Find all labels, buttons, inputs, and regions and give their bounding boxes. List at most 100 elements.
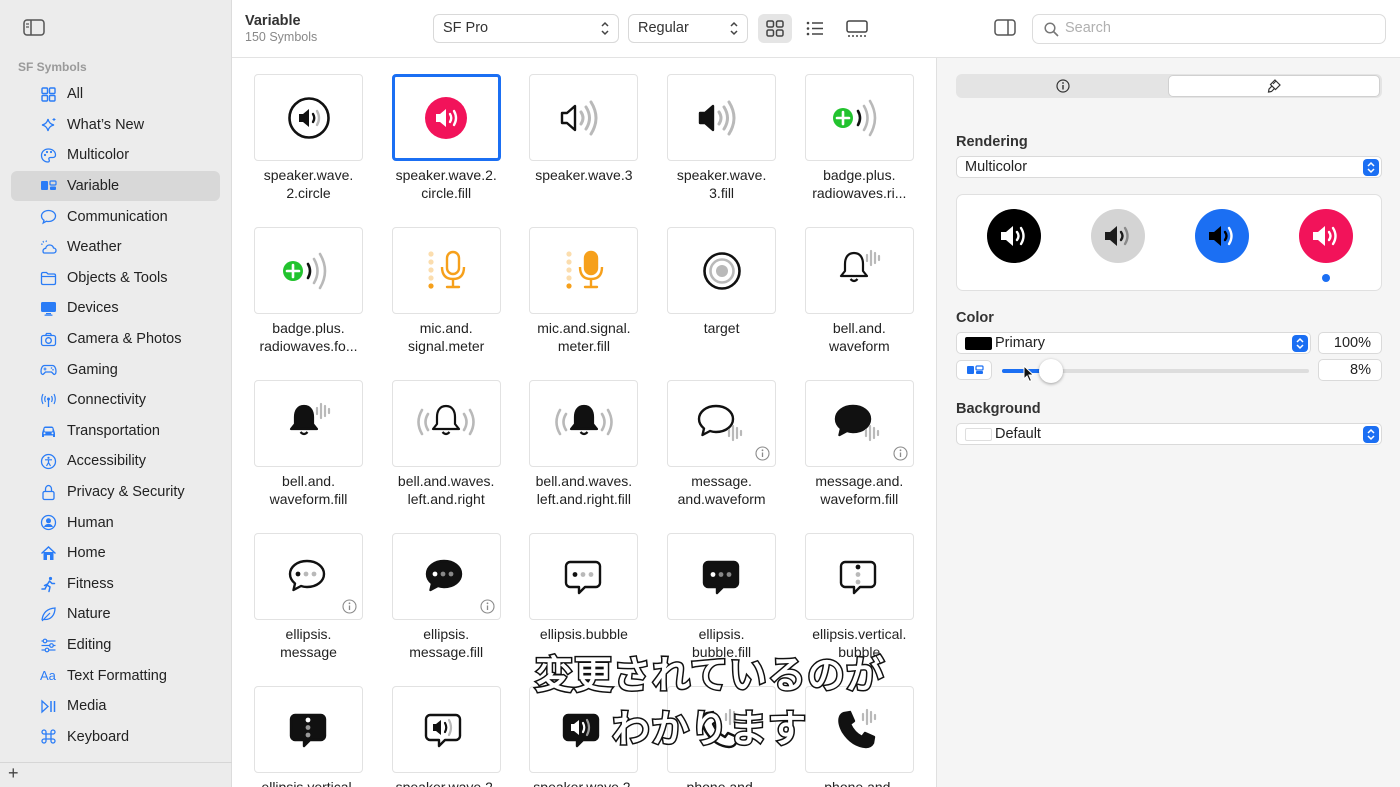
symbol-tile[interactable] — [391, 533, 501, 620]
symbol-cell[interactable]: speaker.wave. 3.fill — [645, 58, 783, 211]
sidebar-item-text-formatting[interactable]: Aa Text Formatting — [11, 660, 220, 691]
tab-info[interactable] — [957, 75, 1169, 97]
symbol-tile[interactable] — [804, 686, 914, 773]
symbol-tile[interactable] — [667, 74, 777, 161]
symbol-tile[interactable] — [529, 533, 639, 620]
background-value: Default — [995, 426, 1041, 442]
symbol-cell[interactable]: badge.plus. radiowaves.ri... — [783, 58, 921, 211]
speaker-wave-3-fill-icon — [698, 100, 736, 135]
symbol-tile[interactable] — [804, 533, 914, 620]
sidebar-item-transportation[interactable]: Transportation — [11, 416, 220, 447]
symbol-cell[interactable]: mic.and. signal.meter — [370, 211, 508, 364]
symbol-cell[interactable]: ellipsis. message — [232, 517, 370, 670]
symbol-cell[interactable]: bell.and.waves. left.and.right.fill — [507, 364, 645, 517]
symbol-tile[interactable] — [804, 380, 914, 467]
symbol-cell[interactable]: speaker.wave.2. circle.fill — [370, 58, 508, 211]
gallery-icon — [846, 20, 868, 37]
slider-knob[interactable] — [1038, 359, 1063, 383]
color-opacity-field[interactable]: 100% — [1318, 332, 1382, 354]
grid-view-button[interactable] — [758, 14, 792, 43]
symbol-tile[interactable] — [529, 74, 639, 161]
symbol-cell[interactable]: ellipsis.vertical. — [232, 670, 370, 787]
add-collection-button[interactable]: + — [8, 763, 19, 784]
symbol-cell[interactable]: bell.and. waveform — [783, 211, 921, 364]
sidebar-item-camera-photos[interactable]: Camera & Photos — [11, 324, 220, 355]
sidebar-item-devices[interactable]: Devices — [11, 293, 220, 324]
variable-value-slider[interactable] — [1002, 359, 1309, 383]
info-icon[interactable] — [755, 446, 770, 461]
hierarchical-preview[interactable] — [1091, 209, 1145, 263]
symbol-tile[interactable] — [804, 74, 914, 161]
list-view-button[interactable] — [798, 14, 832, 43]
symbol-cell[interactable]: bell.and. waveform.fill — [232, 364, 370, 517]
symbol-cell[interactable]: ellipsis. message.fill — [370, 517, 508, 670]
sidebar-item-variable[interactable]: Variable — [11, 170, 220, 202]
symbol-cell[interactable]: mic.and.signal. meter.fill — [507, 211, 645, 364]
symbol-cell[interactable]: message.and. waveform.fill — [783, 364, 921, 517]
background-select[interactable]: Default — [956, 423, 1382, 445]
sidebar-item-weather[interactable]: Weather — [11, 232, 220, 263]
search-input[interactable] — [1065, 20, 1375, 36]
symbol-cell[interactable]: bell.and.waves. left.and.right — [370, 364, 508, 517]
sidebar-item-label: Multicolor — [67, 147, 130, 164]
symbol-tile[interactable] — [667, 227, 777, 314]
gallery-view-button[interactable] — [839, 14, 873, 43]
sidebar-item-label: Fitness — [67, 575, 114, 592]
info-icon[interactable] — [342, 599, 357, 614]
sidebar-item-communication[interactable]: Communication — [11, 201, 220, 232]
symbol-tile[interactable] — [254, 380, 363, 467]
symbol-cell[interactable]: target — [645, 211, 783, 364]
speaker-wave-3-icon — [560, 100, 598, 135]
font-select[interactable]: SF Pro — [433, 14, 619, 43]
sidebar-item-fitness[interactable]: Fitness — [11, 569, 220, 600]
inspector-toggle-icon[interactable] — [994, 19, 1016, 36]
rendering-select[interactable]: Multicolor — [956, 156, 1382, 178]
symbol-tile[interactable] — [254, 533, 363, 620]
sidebar-item-connectivity[interactable]: Connectivity — [11, 385, 220, 416]
symbol-tile[interactable] — [254, 74, 363, 161]
info-icon[interactable] — [893, 446, 908, 461]
sidebar-item-keyboard[interactable]: Keyboard — [11, 721, 220, 752]
symbol-tile[interactable] — [391, 227, 501, 314]
variable-value-field[interactable]: 8% — [1318, 359, 1382, 381]
weight-select[interactable]: Regular — [628, 14, 748, 43]
sidebar-item-all[interactable]: All — [11, 79, 220, 110]
symbol-cell[interactable]: badge.plus. radiowaves.fo... — [232, 211, 370, 364]
symbol-cell[interactable]: speaker.wave. 2.circle — [232, 58, 370, 211]
sidebar-item-nature[interactable]: Nature — [11, 599, 220, 630]
variable-toggle-button[interactable] — [956, 360, 992, 380]
sidebar-item-objects-tools[interactable]: Objects & Tools — [11, 263, 220, 294]
speaker-wave-icon — [1001, 226, 1025, 246]
symbol-tile[interactable] — [254, 227, 363, 314]
sidebar-item-accessibility[interactable]: Accessibility — [11, 446, 220, 477]
sidebar-item-editing[interactable]: Editing — [11, 630, 220, 661]
sidebar-toggle-icon[interactable] — [23, 19, 45, 36]
sidebar-item-what-s-new[interactable]: What’s New — [11, 110, 220, 141]
search-field[interactable] — [1032, 14, 1386, 44]
sidebar-item-media[interactable]: Media — [11, 691, 220, 722]
sidebar-item-home[interactable]: Home — [11, 538, 220, 569]
symbol-tile[interactable] — [667, 533, 777, 620]
symbol-cell[interactable]: speaker.wave.2. — [370, 670, 508, 787]
symbol-tile[interactable] — [667, 380, 777, 467]
monochrome-preview[interactable] — [987, 209, 1041, 263]
symbol-name: badge.plus. radiowaves.fo... — [259, 320, 358, 354]
symbol-tile[interactable] — [804, 227, 914, 314]
multicolor-preview[interactable] — [1299, 209, 1353, 263]
symbol-cell[interactable]: message. and.waveform — [645, 364, 783, 517]
sidebar-item-multicolor[interactable]: Multicolor — [11, 140, 220, 171]
symbol-tile[interactable] — [391, 380, 501, 467]
sidebar-item-gaming[interactable]: Gaming — [11, 354, 220, 385]
symbol-tile[interactable] — [391, 686, 501, 773]
info-icon[interactable] — [480, 599, 495, 614]
sidebar-item-privacy-security[interactable]: Privacy & Security — [11, 477, 220, 508]
symbol-tile[interactable] — [529, 380, 639, 467]
symbol-tile[interactable] — [254, 686, 363, 773]
palette-preview[interactable] — [1195, 209, 1249, 263]
symbol-tile[interactable] — [391, 74, 501, 161]
color-select[interactable]: Primary — [956, 332, 1311, 354]
symbol-cell[interactable]: speaker.wave.3 — [507, 58, 645, 211]
tab-customize[interactable] — [1168, 75, 1380, 97]
sidebar-item-human[interactable]: Human — [11, 507, 220, 538]
symbol-tile[interactable] — [529, 227, 639, 314]
